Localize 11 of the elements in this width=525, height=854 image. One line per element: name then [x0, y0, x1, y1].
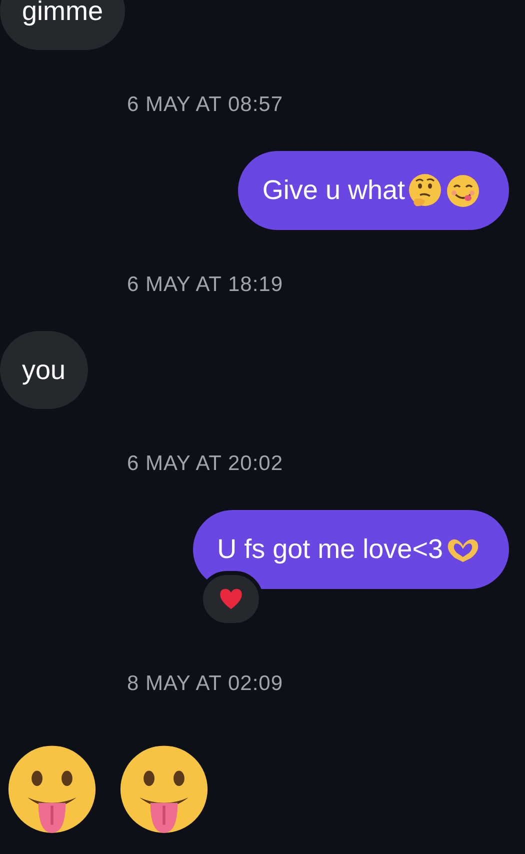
message-text: Give u what: [262, 174, 405, 208]
received-message-bubble: gimme: [0, 0, 126, 50]
timestamp: 6 MAY AT 18:19: [126, 273, 284, 297]
timestamp: 6 MAY AT 08:57: [126, 93, 284, 117]
timestamp: 6 MAY AT 20:02: [126, 452, 284, 476]
smiling-face-icon: [445, 172, 481, 208]
thinking-face-icon: [407, 172, 443, 208]
heart-icon: [218, 586, 244, 612]
timestamp: 8 MAY AT 02:09: [126, 672, 284, 696]
received-message-bubble: you: [0, 331, 88, 409]
message-text: U fs got me love<3: [217, 533, 443, 566]
